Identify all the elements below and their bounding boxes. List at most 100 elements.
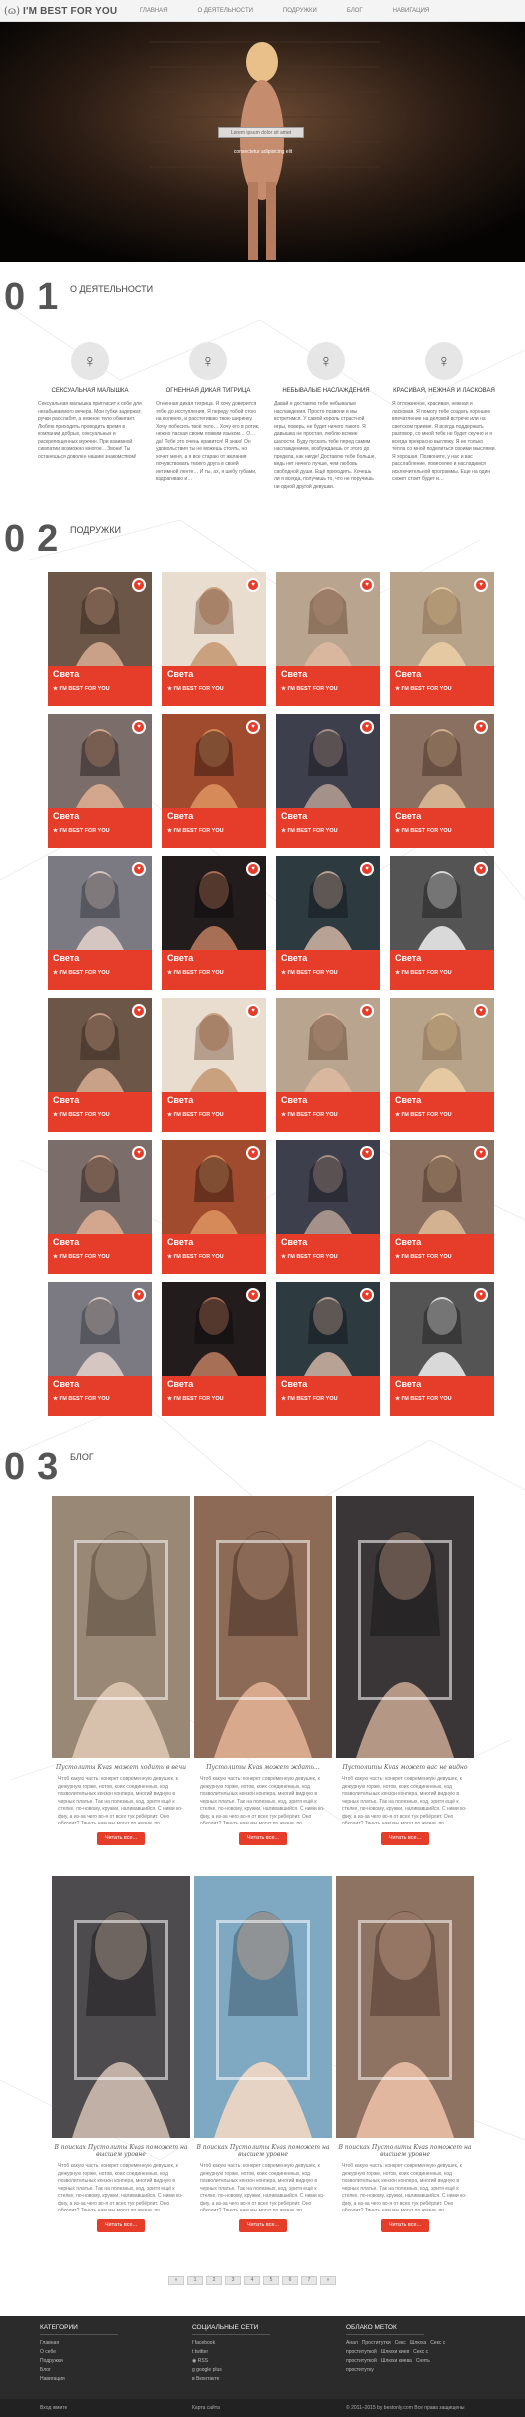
girl-card[interactable]: ♥ Света ★ I'M BEST FOR YOU [162, 1140, 266, 1274]
girl-card[interactable]: ♥ Света ★ I'M BEST FOR YOU [390, 1140, 494, 1274]
girl-card[interactable]: ♥ Света ★ I'M BEST FOR YOU [162, 856, 266, 990]
page-link[interactable]: 5 [263, 2276, 279, 2285]
girl-card[interactable]: ♥ Света ★ I'M BEST FOR YOU [276, 714, 380, 848]
favorite-icon[interactable]: ♥ [474, 1288, 488, 1302]
tag-link[interactable]: Анал [346, 2340, 358, 2346]
tag-link[interactable]: Шлюхи киев [381, 2349, 409, 2355]
nav-about[interactable]: О ДЕЯТЕЛЬНОСТИ [198, 0, 253, 22]
favorite-icon[interactable]: ♥ [360, 1004, 374, 1018]
nav-navigation[interactable]: НАВИГАЦИЯ [393, 0, 430, 22]
favorite-icon[interactable]: ♥ [360, 862, 374, 876]
post-image[interactable] [194, 1496, 332, 1758]
favorite-icon[interactable]: ♥ [132, 720, 146, 734]
girl-card[interactable]: ♥ Света ★ I'M BEST FOR YOU [48, 714, 152, 848]
favorite-icon[interactable]: ♥ [474, 578, 488, 592]
vk-link[interactable]: в Вконтакте [192, 2375, 270, 2384]
girl-card[interactable]: ♥ Света ★ I'M BEST FOR YOU [390, 714, 494, 848]
favorite-icon[interactable]: ♥ [474, 1004, 488, 1018]
post-image[interactable] [52, 1876, 190, 2138]
post-title[interactable]: Пустолиты Kvas может ходить в вечи [52, 1764, 190, 1771]
favorite-icon[interactable]: ♥ [132, 1146, 146, 1160]
favorite-icon[interactable]: ♥ [132, 578, 146, 592]
post-title[interactable]: В поисках Пустолиты Kvas поможет на высш… [194, 2144, 332, 2158]
post-image[interactable] [336, 1876, 474, 2138]
favorite-icon[interactable]: ♥ [246, 1004, 260, 1018]
girl-card[interactable]: ♥ Света ★ I'M BEST FOR YOU [162, 572, 266, 706]
read-more-button[interactable]: Читать все... [381, 1832, 429, 1845]
girl-card[interactable]: ♥ Света ★ I'M BEST FOR YOU [276, 998, 380, 1132]
girl-card[interactable]: ♥ Света ★ I'M BEST FOR YOU [162, 1282, 266, 1416]
girl-card[interactable]: ♥ Света ★ I'M BEST FOR YOU [276, 1140, 380, 1274]
woman-pose-icon: ♀ [307, 342, 345, 380]
read-more-button[interactable]: Читать все... [239, 2219, 287, 2232]
girl-card[interactable]: ♥ Света ★ I'M BEST FOR YOU [276, 856, 380, 990]
favorite-icon[interactable]: ♥ [360, 1146, 374, 1160]
sitemap-link[interactable]: Карта сайта [192, 2405, 220, 2411]
favorite-icon[interactable]: ♥ [132, 1288, 146, 1302]
tag-link[interactable]: Проститутки [362, 2340, 391, 2346]
nav-blog[interactable]: БЛОГ [347, 0, 363, 22]
nav-home[interactable]: ГЛАВНАЯ [140, 0, 168, 22]
facebook-link[interactable]: f facebook [192, 2339, 270, 2348]
page-link[interactable]: 1 [187, 2276, 203, 2285]
page-link[interactable]: « [168, 2276, 184, 2285]
page-link[interactable]: 4 [244, 2276, 260, 2285]
page-link[interactable]: 2 [206, 2276, 222, 2285]
footer-link[interactable]: Подружки [40, 2357, 118, 2366]
post-image[interactable] [194, 1876, 332, 2138]
girl-card[interactable]: ♥ Света ★ I'M BEST FOR YOU [48, 998, 152, 1132]
post-title[interactable]: В поисках Пустолиты Kvas поможет на высш… [52, 2144, 190, 2158]
favorite-icon[interactable]: ♥ [474, 1146, 488, 1160]
footer-link[interactable]: Блог [40, 2366, 118, 2375]
favorite-icon[interactable]: ♥ [132, 862, 146, 876]
girl-card[interactable]: ♥ Света ★ I'M BEST FOR YOU [390, 856, 494, 990]
post-title[interactable]: В поисках Пустолиты Kvas поможет на высш… [336, 2144, 474, 2158]
girl-card[interactable]: ♥ Света ★ I'M BEST FOR YOU [48, 1140, 152, 1274]
favorite-icon[interactable]: ♥ [246, 1146, 260, 1160]
girl-card[interactable]: ♥ Света ★ I'M BEST FOR YOU [390, 572, 494, 706]
favorite-icon[interactable]: ♥ [246, 862, 260, 876]
favorite-icon[interactable]: ♥ [474, 862, 488, 876]
footer-link[interactable]: Навигация [40, 2375, 118, 2384]
post-image[interactable] [52, 1496, 190, 1758]
tag-link[interactable]: Секс [395, 2340, 406, 2346]
page-link[interactable]: 3 [225, 2276, 241, 2285]
twitter-link[interactable]: t twitter [192, 2348, 270, 2357]
post-title[interactable]: Пустолиты Kvas может ждать... [194, 1764, 332, 1771]
girl-card[interactable]: ♥ Света ★ I'M BEST FOR YOU [162, 998, 266, 1132]
girl-card[interactable]: ♥ Света ★ I'M BEST FOR YOU [276, 572, 380, 706]
post-image[interactable] [336, 1496, 474, 1758]
read-more-button[interactable]: Читать все... [97, 2219, 145, 2232]
girl-card[interactable]: ♥ Света ★ I'M BEST FOR YOU [276, 1282, 380, 1416]
read-more-button[interactable]: Читать все... [239, 1832, 287, 1845]
post-title[interactable]: Пустолиты Kvas может вас не видно [336, 1764, 474, 1771]
girl-card[interactable]: ♥ Света ★ I'M BEST FOR YOU [390, 1282, 494, 1416]
tag-link[interactable]: Шлюха [410, 2340, 426, 2346]
favorite-icon[interactable]: ♥ [246, 1288, 260, 1302]
footer-link[interactable]: О себе [40, 2348, 118, 2357]
page-link[interactable]: 7 [301, 2276, 317, 2285]
tag-link[interactable]: Шлюхи киева [381, 2358, 412, 2364]
favorite-icon[interactable]: ♥ [246, 720, 260, 734]
girl-card[interactable]: ♥ Света ★ I'M BEST FOR YOU [48, 572, 152, 706]
google-plus-link[interactable]: g google plus [192, 2366, 270, 2375]
favorite-icon[interactable]: ♥ [474, 720, 488, 734]
favorite-icon[interactable]: ♥ [246, 578, 260, 592]
page-link[interactable]: » [320, 2276, 336, 2285]
read-more-button[interactable]: Читать все... [97, 1832, 145, 1845]
site-logo[interactable]: (ɷ) I'M BEST FOR YOU [4, 4, 117, 18]
read-more-button[interactable]: Читать все... [381, 2219, 429, 2232]
favorite-icon[interactable]: ♥ [132, 1004, 146, 1018]
girl-card[interactable]: ♥ Света ★ I'M BEST FOR YOU [48, 1282, 152, 1416]
girl-card[interactable]: ♥ Света ★ I'M BEST FOR YOU [162, 714, 266, 848]
girl-card[interactable]: ♥ Света ★ I'M BEST FOR YOU [390, 998, 494, 1132]
girl-card[interactable]: ♥ Света ★ I'M BEST FOR YOU [48, 856, 152, 990]
favorite-icon[interactable]: ♥ [360, 578, 374, 592]
login-link[interactable]: Вход жмите [40, 2405, 67, 2411]
nav-girls[interactable]: ПОДРУЖКИ [283, 0, 317, 22]
rss-link[interactable]: ◉ RSS [192, 2357, 270, 2366]
page-link[interactable]: 6 [282, 2276, 298, 2285]
favorite-icon[interactable]: ♥ [360, 1288, 374, 1302]
footer-link[interactable]: Главная [40, 2339, 118, 2348]
favorite-icon[interactable]: ♥ [360, 720, 374, 734]
